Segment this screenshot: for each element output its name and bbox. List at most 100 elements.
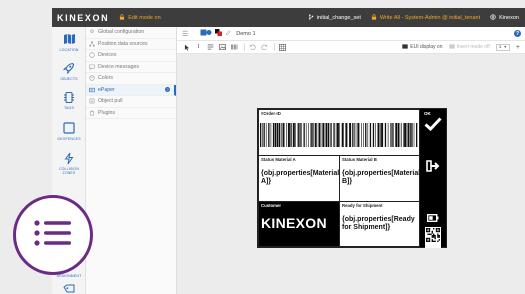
barcode-bar	[276, 123, 279, 147]
qr-module	[426, 237, 428, 240]
zoom-select[interactable]: 1 ▼	[495, 43, 510, 51]
user-menu[interactable]: Kinexon	[490, 13, 519, 22]
qr-module	[426, 229, 428, 231]
tree-item-object-pull[interactable]: Object pull	[86, 96, 176, 108]
barcode-bar	[397, 123, 400, 147]
barcode-bar	[369, 123, 372, 147]
lock-icon	[371, 13, 377, 22]
ready-for-shipment-cell[interactable]: Ready for Shipment {obj.properties[Ready…	[339, 201, 420, 247]
qr-module	[428, 240, 431, 242]
qr-module	[428, 233, 431, 235]
menu-list-icon	[33, 218, 73, 253]
nav-objects[interactable]: OBJECTS	[52, 61, 86, 81]
top-bar: KINEXON Edit mode on initial_change_set	[52, 8, 525, 27]
globe-icon	[490, 13, 496, 22]
barcode-bar	[345, 123, 348, 147]
app-window: KINEXON Edit mode on initial_change_set	[52, 8, 525, 294]
help-icon[interactable]: ?	[514, 30, 521, 37]
nav-location-label: LOCATION	[59, 48, 79, 52]
user-name: Kinexon	[499, 14, 519, 21]
nav-assignment[interactable]: ASSIGNMENT	[52, 272, 86, 294]
barcode-bar	[392, 123, 394, 147]
barcode-bar	[403, 123, 404, 147]
menu-button[interactable]	[13, 195, 93, 275]
edit-mode-toggle[interactable]: Edit mode on	[119, 13, 161, 22]
screen: KINEXON Edit mode on initial_change_set	[0, 0, 525, 294]
barcode-bar	[367, 123, 369, 147]
tree-item-label: Object pull	[98, 98, 123, 105]
qr-module	[437, 240, 439, 242]
order-id-cell[interactable]: #Order-ID	[258, 109, 420, 156]
tree-item-plugins[interactable]: Plugins	[86, 108, 176, 119]
customer-value: KINEXON	[261, 215, 327, 231]
nav-collision-zones[interactable]: COLLISION ZONES	[52, 151, 86, 175]
pointer-tool-icon[interactable]	[182, 43, 191, 52]
barcode-bar	[312, 123, 314, 147]
change-set-selector[interactable]: initial_change_set	[308, 13, 361, 22]
barcode-bar	[352, 123, 354, 147]
chevron-down-icon: ▼	[503, 45, 507, 49]
tree-item-epaper[interactable]: ePaper ?	[86, 84, 176, 96]
eui-display-toggle[interactable]: EUI display on	[402, 43, 443, 51]
access-level[interactable]: Write All - System-Admin @ initial_tenan…	[371, 13, 480, 22]
text-cursor-icon[interactable]: I	[194, 43, 203, 52]
barcode-bar	[372, 123, 375, 147]
list-icon[interactable]: ☰	[182, 30, 188, 38]
exit-arrow-icon	[426, 159, 440, 177]
barcode-bar	[333, 123, 335, 147]
nav-geofences[interactable]: GEOFENCES	[52, 121, 86, 141]
tag-chip[interactable]	[200, 29, 231, 38]
barcode-bar	[262, 123, 263, 147]
qr-module	[437, 228, 439, 230]
qr-module	[434, 240, 436, 242]
toolbar-divider	[274, 43, 275, 51]
design-canvas[interactable]: #Order-ID Status Material A {obj.propert…	[177, 54, 525, 294]
undo-icon[interactable]	[248, 43, 257, 52]
document-title[interactable]: Demo 1	[236, 31, 255, 37]
barcode-bar	[299, 123, 301, 147]
grid-icon[interactable]	[278, 43, 287, 52]
qr-module	[433, 240, 435, 242]
qr-module	[435, 230, 438, 233]
barcode-bar	[395, 123, 398, 147]
text-lines-icon[interactable]	[206, 43, 215, 52]
qr-module	[431, 240, 433, 242]
barcode-bar	[274, 123, 276, 147]
tree-item-devices[interactable]: Devices	[86, 50, 176, 62]
change-set-label: initial_change_set	[316, 14, 361, 21]
barcode-bar	[308, 123, 309, 147]
tree-item-global-configuration[interactable]: ⚙ Global configuration	[86, 27, 176, 39]
qr-module	[428, 239, 431, 241]
nav-location[interactable]: LOCATION	[52, 32, 86, 52]
barcode-bar	[297, 123, 299, 147]
nav-objects-label: OBJECTS	[60, 77, 78, 81]
qr-module	[434, 235, 436, 237]
barcode-icon[interactable]	[230, 43, 239, 52]
barcode-bar	[411, 123, 413, 147]
redo-icon[interactable]	[260, 43, 269, 52]
tree-item-label: ePaper	[98, 86, 115, 93]
nav-tags[interactable]: TAGS	[52, 90, 86, 110]
tree-item-device-messages[interactable]: Device messages	[86, 62, 176, 73]
tree-item-position-data-sources[interactable]: Position data sources	[86, 39, 176, 50]
qr-module	[437, 230, 439, 233]
help-icon[interactable]: ?	[165, 87, 170, 93]
add-icon[interactable]: +	[516, 44, 520, 51]
image-icon[interactable]	[218, 43, 227, 52]
qr-module	[434, 236, 436, 238]
qr-module	[428, 228, 431, 230]
status-material-b-cell[interactable]: Status Material B {obj.properties[Materi…	[339, 155, 420, 202]
qr-module	[431, 239, 433, 241]
barcode-bar	[279, 123, 281, 147]
customer-cell[interactable]: Customer KINEXON	[258, 201, 340, 247]
qr-module	[433, 233, 435, 235]
barcode-bar	[377, 123, 380, 147]
status-material-a-title: Status Material A	[261, 157, 296, 162]
qr-module	[438, 239, 440, 241]
barcode-bar	[270, 123, 272, 147]
barcode-image	[260, 123, 418, 147]
tree-item-colors[interactable]: Colors	[86, 73, 176, 85]
status-material-a-cell[interactable]: Status Material A {obj.properties[Materi…	[258, 155, 340, 202]
insert-mode-toggle[interactable]: Insert mode off	[448, 43, 490, 51]
qr-module	[437, 236, 439, 238]
